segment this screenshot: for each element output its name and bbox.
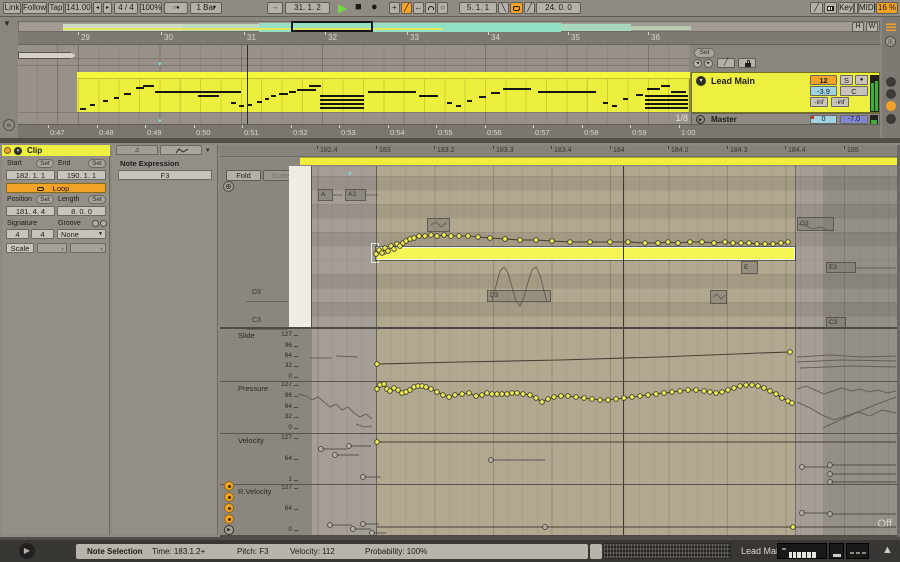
sharp-row-shade [312, 274, 897, 288]
dot-icon [228, 507, 231, 510]
row-line [312, 316, 897, 317]
row-line [312, 166, 897, 167]
dot-icon [228, 485, 231, 488]
note-start-line [376, 166, 377, 535]
editor-bottom-border [220, 535, 897, 537]
row-line [312, 302, 897, 303]
sharp-row-shade [312, 204, 897, 218]
note-pitch-label: F3 [379, 250, 387, 257]
note-end-line [795, 166, 796, 535]
lane-separator[interactable] [220, 484, 897, 485]
row-line [312, 190, 897, 191]
lane-play-button[interactable]: ▶ [224, 525, 234, 535]
row-line [312, 232, 897, 233]
lane-separator[interactable] [220, 327, 897, 329]
lane-separator[interactable] [220, 381, 897, 382]
lane-button-4[interactable] [224, 514, 234, 524]
row-line [312, 218, 897, 219]
row-line [312, 260, 897, 261]
row-line [312, 274, 897, 275]
insert-marker [623, 166, 624, 535]
lane-button-2[interactable] [224, 492, 234, 502]
sharp-row-shade [312, 232, 897, 246]
row-line [312, 176, 897, 177]
scale-highlight-off-label: Off [877, 518, 892, 530]
editor-start-marker-icon: ▾ [348, 171, 352, 178]
lane-button-3[interactable] [224, 503, 234, 513]
sharp-row-shade [312, 176, 897, 190]
selected-midi-note[interactable]: F3 [376, 247, 795, 260]
sharp-row-shade [312, 302, 897, 316]
row-line [312, 204, 897, 205]
row-line [312, 288, 897, 289]
piano-keyboard[interactable] [289, 166, 312, 328]
lane-separator[interactable] [220, 433, 897, 434]
arrangement-playhead [247, 45, 248, 124]
ableton-live-window: Link Follow Tap 141.00 ◂ ▸ 4 / 4 100% ○●… [0, 0, 900, 562]
lane-button-1[interactable] [224, 481, 234, 491]
dot-icon [228, 518, 231, 521]
dot-icon [228, 496, 231, 499]
